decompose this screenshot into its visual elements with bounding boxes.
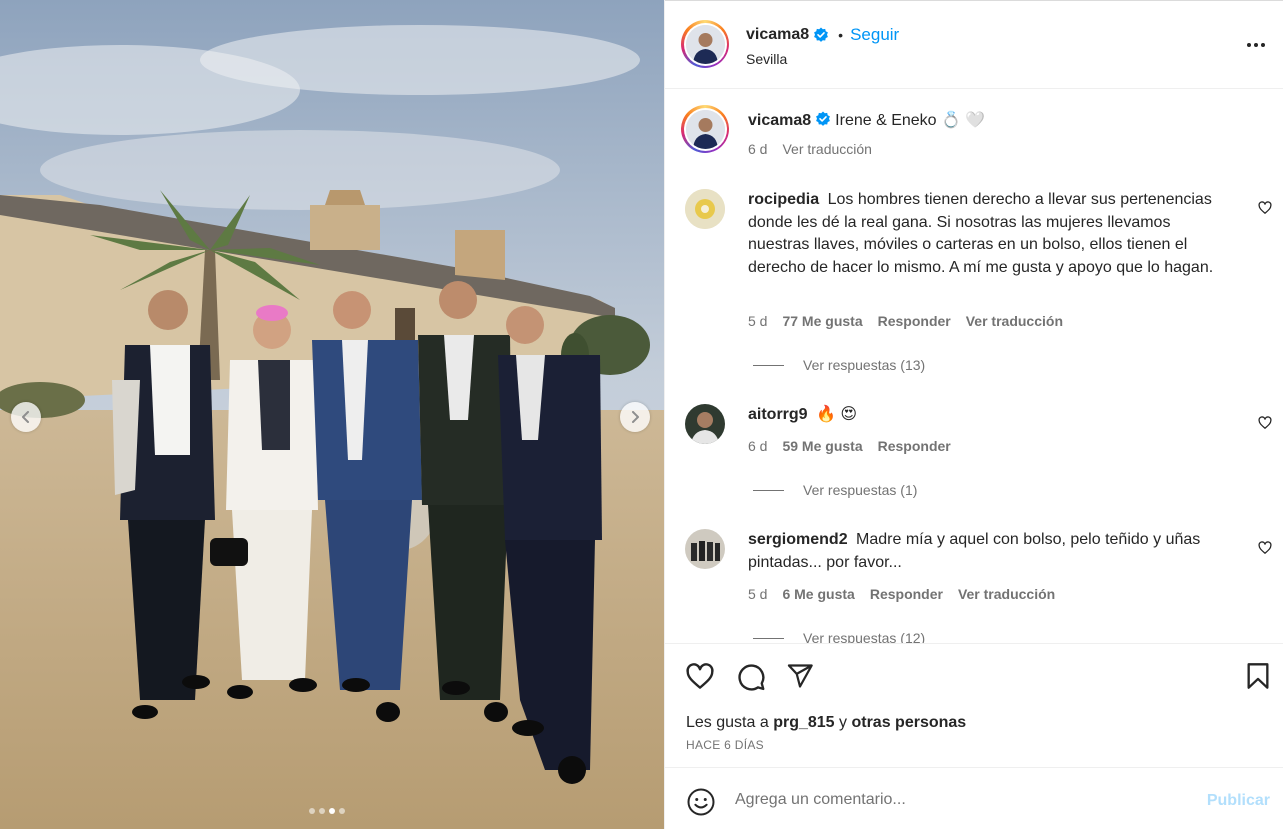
like-heart-icon[interactable] [685, 662, 715, 692]
post-header: vicama8 • Seguir Sevilla [665, 1, 1283, 89]
likes-others[interactable]: otras personas [851, 714, 966, 731]
author-username[interactable]: vicama8 [746, 26, 809, 44]
caption: vicama8 Irene & Eneko 💍 🤍 [748, 110, 1248, 133]
comment-time[interactable]: 6 d [748, 438, 767, 454]
carousel-indicator [309, 808, 345, 814]
comment: aitorrg9 🔥 😍 [748, 404, 1248, 427]
view-replies-label: Ver respuestas (12) [803, 630, 926, 643]
comment-like-heart-icon[interactable] [1258, 416, 1272, 430]
view-replies-label: Ver respuestas (1) [803, 482, 918, 498]
carousel-dot [309, 808, 315, 814]
comment-avatar[interactable] [685, 529, 725, 569]
carousel-dot [339, 808, 345, 814]
comment-likes-count[interactable]: 59 Me gusta [782, 438, 862, 454]
add-comment-bar: Publicar [665, 767, 1283, 829]
comment-avatar[interactable] [685, 189, 725, 229]
caption-translate-link[interactable]: Ver traducción [782, 141, 872, 157]
comment-likes-count[interactable]: 77 Me gusta [782, 313, 862, 329]
comment-input[interactable] [735, 788, 1175, 812]
carousel-dot [319, 808, 325, 814]
verified-badge-icon [816, 111, 831, 126]
replies-line [753, 489, 784, 491]
caption-time[interactable]: 6 d [748, 141, 767, 157]
caption-author-avatar[interactable] [681, 105, 729, 153]
comment-time[interactable]: 5 d [748, 313, 767, 329]
view-replies-button[interactable]: Ver respuestas (1) [753, 482, 917, 498]
publish-button[interactable]: Publicar [1207, 792, 1270, 810]
carousel-previous-button[interactable] [11, 402, 41, 432]
comment-like-heart-icon[interactable] [1258, 541, 1272, 555]
chevron-left-icon [22, 411, 29, 423]
post-location[interactable]: Sevilla [746, 51, 787, 67]
comment-reply-button[interactable]: Responder [870, 586, 943, 602]
view-replies-button[interactable]: Ver respuestas (12) [753, 630, 925, 643]
avatar-image [685, 404, 725, 444]
comment-time[interactable]: 5 d [748, 586, 767, 602]
wedding-group-photo [0, 0, 664, 829]
comments-list[interactable]: vicama8 Irene & Eneko 💍 🤍 6 d Ver traduc… [665, 89, 1283, 643]
comment-likes-count[interactable]: 6 Me gusta [782, 586, 854, 602]
comment-translate-link[interactable]: Ver traducción [966, 313, 1063, 329]
comment-reply-button[interactable]: Responder [878, 313, 951, 329]
post-date[interactable]: HACE 6 DÍAS [686, 738, 764, 752]
caption-username[interactable]: vicama8 [748, 112, 811, 129]
caption-meta: 6 d Ver traducción [748, 141, 872, 157]
share-paper-plane-icon[interactable] [786, 662, 814, 690]
comment-reply-button[interactable]: Responder [878, 438, 951, 454]
avatar-image [685, 24, 725, 64]
caption-text: Irene & Eneko 💍 🤍 [835, 112, 986, 129]
comment-meta: 5 d 6 Me gusta Responder Ver traducción [748, 586, 1055, 602]
comment-translate-link[interactable]: Ver traducción [958, 586, 1055, 602]
verified-badge-icon [814, 27, 829, 42]
comment-username[interactable]: sergiomend2 [748, 531, 848, 548]
comment-username[interactable]: aitorrg9 [748, 406, 808, 423]
view-replies-label: Ver respuestas (13) [803, 357, 926, 373]
comment-like-heart-icon[interactable] [1258, 201, 1272, 215]
carousel-dot [329, 808, 335, 814]
post-photo[interactable] [0, 0, 664, 829]
chevron-right-icon [632, 411, 639, 423]
likes-prefix: Les gusta a [686, 714, 769, 731]
replies-line [753, 637, 784, 639]
likes-conj: y [839, 714, 848, 731]
view-replies-button[interactable]: Ver respuestas (13) [753, 357, 925, 373]
bookmark-icon[interactable] [1245, 662, 1271, 690]
comment-meta: 6 d 59 Me gusta Responder [748, 438, 951, 454]
follow-button[interactable]: Seguir [850, 25, 899, 45]
likes-user[interactable]: prg_815 [773, 714, 834, 731]
comment: rocipedia Los hombres tienen derecho a l… [748, 189, 1228, 279]
carousel-next-button[interactable] [620, 402, 650, 432]
author-avatar[interactable] [681, 20, 729, 68]
avatar-image [685, 529, 725, 569]
author-line: vicama8 • Seguir [746, 25, 899, 45]
emoji-smiley-icon[interactable] [686, 787, 716, 817]
separator-dot: • [838, 27, 844, 43]
comment-username[interactable]: rocipedia [748, 191, 819, 208]
comment-bubble-icon[interactable] [736, 662, 766, 692]
comment-meta: 5 d 77 Me gusta Responder Ver traducción [748, 313, 1063, 329]
avatar-image [685, 109, 725, 149]
avatar-image [685, 189, 725, 229]
more-horizontal-icon[interactable] [1246, 33, 1266, 53]
likes-summary[interactable]: Les gusta a prg_815 y otras personas [686, 714, 966, 732]
comment-text: 🔥 😍 [816, 406, 858, 423]
post-side-panel: vicama8 • Seguir Sevilla vicama8 Irene &… [664, 0, 1283, 829]
replies-line [753, 364, 784, 366]
post-actions: Les gusta a prg_815 y otras personas HAC… [665, 643, 1283, 767]
comment-avatar[interactable] [685, 404, 725, 444]
comment: sergiomend2 Madre mía y aquel con bolso,… [748, 529, 1228, 574]
